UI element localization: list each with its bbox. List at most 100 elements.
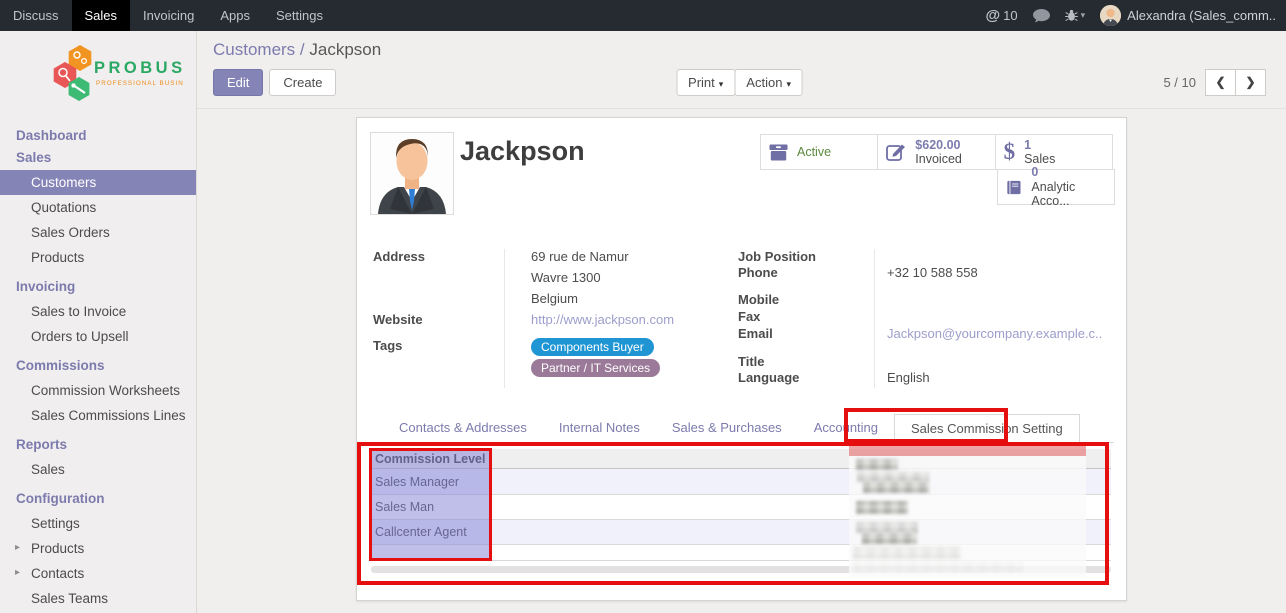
sidebar: PROBUSE PROFESSIONAL BUSINESS Dashboard … bbox=[0, 31, 197, 613]
annotation-highlight-pink bbox=[849, 443, 1086, 456]
sidebar-item-commission-worksheets[interactable]: Commission Worksheets bbox=[0, 378, 196, 403]
sidebar-item-reports-sales[interactable]: Sales bbox=[0, 457, 196, 482]
tab-sales-commission-setting[interactable]: Sales Commission Setting bbox=[894, 414, 1080, 443]
archive-icon bbox=[769, 144, 788, 161]
nav-discuss[interactable]: Discuss bbox=[0, 0, 72, 31]
record-sheet: Jackpson Active $620.00Invoiced $ 1Sales bbox=[356, 117, 1127, 601]
usd-icon: $ bbox=[1004, 139, 1016, 165]
sidebar-item-quotations[interactable]: Quotations bbox=[0, 195, 196, 220]
breadcrumb: Customers / Jackpson bbox=[213, 40, 1266, 60]
mentions-counter[interactable]: @ 10 bbox=[986, 7, 1018, 24]
sidebar-heading-commissions[interactable]: Commissions bbox=[0, 353, 196, 378]
mention-at-icon: @ bbox=[986, 7, 1001, 24]
fax-value bbox=[887, 309, 1114, 326]
mobile-value bbox=[887, 292, 1114, 309]
nav-invoicing[interactable]: Invoicing bbox=[130, 0, 207, 31]
sidebar-heading-dashboard[interactable]: Dashboard bbox=[0, 123, 196, 148]
invoiced-label: Invoiced bbox=[915, 152, 962, 166]
analytic-accounts-stat-button[interactable]: 0Analytic Acco... bbox=[997, 169, 1115, 205]
language-label: Language bbox=[738, 370, 874, 388]
redacted-text bbox=[856, 501, 908, 514]
tags-label: Tags bbox=[373, 338, 504, 382]
caret-down-icon: ▾ bbox=[1081, 10, 1086, 21]
redacted-text bbox=[863, 482, 929, 493]
expand-icon[interactable]: ▸ bbox=[15, 542, 20, 553]
mobile-label: Mobile bbox=[738, 292, 874, 309]
sidebar-item-sales-to-invoice[interactable]: Sales to Invoice bbox=[0, 299, 196, 324]
tab-internal-notes[interactable]: Internal Notes bbox=[543, 414, 656, 442]
redacted-text bbox=[853, 562, 1023, 572]
sidebar-item-orders-to-upsell[interactable]: Orders to Upsell bbox=[0, 324, 196, 349]
phone-value: +32 10 588 558 bbox=[887, 265, 1114, 287]
language-value: English bbox=[887, 370, 1114, 388]
breadcrumb-current: Jackpson bbox=[309, 40, 381, 59]
sidebar-item-sales-teams[interactable]: Sales Teams bbox=[0, 586, 196, 611]
expand-icon[interactable]: ▸ bbox=[15, 567, 20, 578]
svg-text:PROFESSIONAL BUSINESS: PROFESSIONAL BUSINESS bbox=[96, 80, 183, 87]
debug-menu[interactable]: ▾ bbox=[1065, 9, 1086, 22]
active-stat-button[interactable]: Active bbox=[760, 134, 878, 170]
sidebar-item-config-products[interactable]: ▸Products bbox=[0, 536, 196, 561]
tab-accounting[interactable]: Accounting bbox=[798, 414, 894, 442]
probuse-logo: PROBUSE PROFESSIONAL BUSINESS bbox=[0, 31, 196, 117]
tab-contacts-addresses[interactable]: Contacts & Addresses bbox=[383, 414, 543, 442]
sidebar-heading-sales[interactable]: Sales bbox=[0, 148, 196, 170]
tag-components-buyer: Components Buyer bbox=[531, 338, 654, 356]
sidebar-item-customers[interactable]: Customers bbox=[0, 170, 196, 195]
sidebar-item-sales-commissions-lines[interactable]: Sales Commissions Lines bbox=[0, 403, 196, 428]
sidebar-item-sales-orders[interactable]: Sales Orders bbox=[0, 220, 196, 245]
pager-previous-button[interactable]: ❮ bbox=[1205, 69, 1236, 96]
book-icon bbox=[1006, 179, 1023, 196]
sidebar-item-config-contacts[interactable]: ▸Contacts bbox=[0, 561, 196, 586]
address-label: Address bbox=[373, 249, 504, 312]
pager-next-button[interactable]: ❯ bbox=[1235, 69, 1266, 96]
sidebar-heading-configuration[interactable]: Configuration bbox=[0, 486, 196, 511]
nav-apps[interactable]: Apps bbox=[207, 0, 263, 31]
edit-button[interactable]: Edit bbox=[213, 69, 263, 96]
active-label: Active bbox=[797, 145, 831, 159]
print-dropdown[interactable]: Print▾ bbox=[676, 69, 735, 96]
address-line: 69 rue de Namur bbox=[531, 249, 738, 270]
top-navbar: Discuss Sales Invoicing Apps Settings @ … bbox=[0, 0, 1286, 31]
sidebar-heading-invoicing[interactable]: Invoicing bbox=[0, 274, 196, 299]
address-group: Address Website Tags 69 rue de Namur Wav… bbox=[373, 249, 738, 388]
page-title: Jackpson bbox=[460, 136, 585, 167]
sidebar-item-config-settings[interactable]: Settings bbox=[0, 511, 196, 536]
breadcrumb-separator: / bbox=[300, 40, 305, 59]
action-dropdown[interactable]: Action▾ bbox=[734, 69, 803, 96]
user-menu[interactable]: Alexandra (Sales_comm.. bbox=[1100, 5, 1276, 26]
customer-photo bbox=[370, 132, 454, 215]
invoiced-stat-button[interactable]: $620.00Invoiced bbox=[877, 134, 995, 170]
mention-count: 10 bbox=[1003, 8, 1017, 23]
chat-icon[interactable] bbox=[1033, 9, 1050, 23]
caret-down-icon: ▾ bbox=[786, 79, 791, 89]
edit-invoice-icon bbox=[886, 143, 906, 161]
title-label: Title bbox=[738, 354, 874, 370]
sidebar-heading-reports[interactable]: Reports bbox=[0, 432, 196, 457]
nav-sales[interactable]: Sales bbox=[72, 0, 131, 31]
email-label: Email bbox=[738, 326, 874, 348]
job-position-label: Job Position bbox=[738, 249, 874, 265]
redacted-text bbox=[857, 472, 929, 482]
sales-count: 1 bbox=[1024, 138, 1031, 152]
pager: 5 / 10 ❮ ❯ bbox=[1163, 69, 1266, 96]
nav-settings[interactable]: Settings bbox=[263, 0, 336, 31]
main-content: Customers / Jackpson Edit Create Print▾ … bbox=[197, 31, 1286, 613]
notebook-tabs: Contacts & Addresses Internal Notes Sale… bbox=[371, 414, 1114, 443]
svg-text:PROBUSE: PROBUSE bbox=[94, 59, 183, 77]
app-menu: Discuss Sales Invoicing Apps Settings bbox=[0, 0, 336, 31]
tag-partner-it-services: Partner / IT Services bbox=[531, 359, 660, 377]
job-position-value bbox=[887, 249, 1114, 265]
user-avatar bbox=[1100, 5, 1121, 26]
website-link[interactable]: http://www.jackpson.com bbox=[531, 312, 738, 338]
create-button[interactable]: Create bbox=[269, 69, 336, 96]
control-panel: Customers / Jackpson Edit Create Print▾ … bbox=[197, 31, 1286, 109]
contact-group: Job Position Phone Mobile Fax Email Titl… bbox=[738, 249, 1114, 388]
breadcrumb-customers[interactable]: Customers bbox=[213, 40, 295, 59]
sidebar-item-products[interactable]: Products bbox=[0, 245, 196, 270]
analytic-label: Analytic Acco... bbox=[1031, 180, 1075, 208]
email-link[interactable]: Jackpson@yourcompany.example.c.. bbox=[887, 326, 1114, 348]
user-name: Alexandra (Sales_comm.. bbox=[1127, 8, 1276, 23]
tab-sales-purchases[interactable]: Sales & Purchases bbox=[656, 414, 798, 442]
title-value bbox=[887, 354, 1114, 370]
